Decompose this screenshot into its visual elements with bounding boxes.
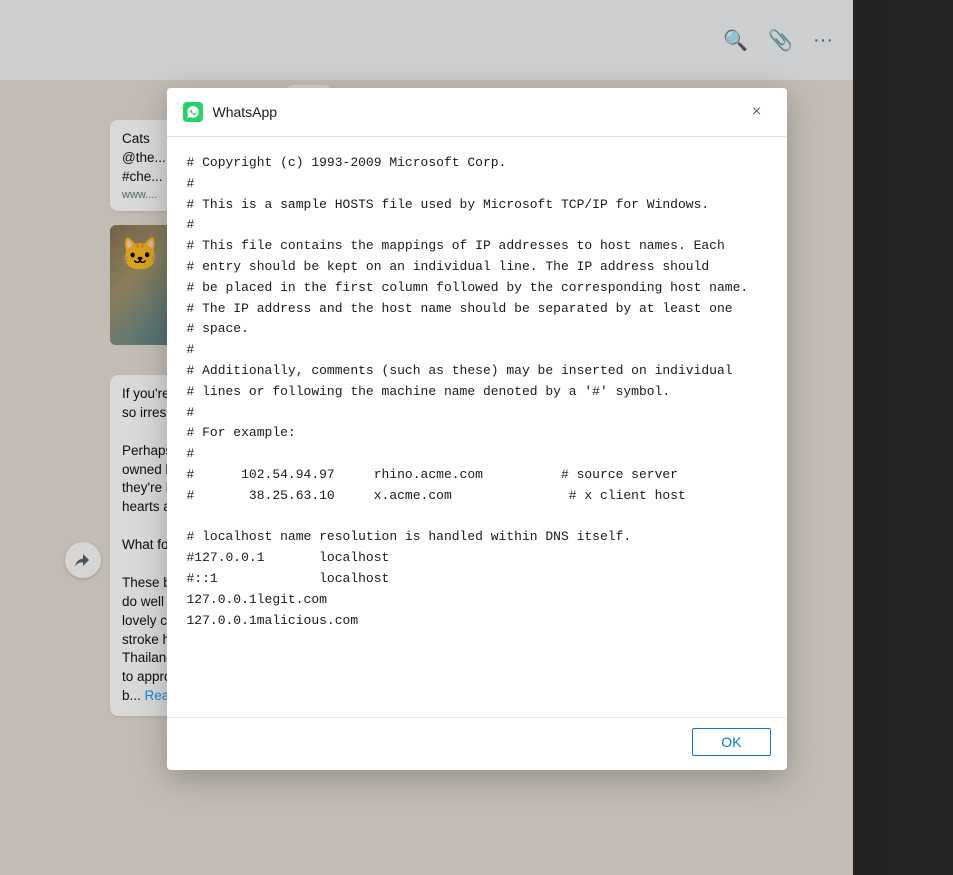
modal-content: # Copyright (c) 1993-2009 Microsoft Corp… <box>167 137 787 717</box>
modal-line: # The IP address and the host name shoul… <box>187 299 767 320</box>
modal-titlebar: WhatsApp × <box>167 88 787 137</box>
modal-line: # <box>187 444 767 465</box>
modal-line: # 102.54.94.97 rhino.acme.com # source s… <box>187 465 767 486</box>
ok-button[interactable]: OK <box>692 728 770 756</box>
modal-line: # <box>187 340 767 361</box>
modal-overlay: WhatsApp × # Copyright (c) 1993-2009 Mic… <box>0 0 953 875</box>
dialog-modal: WhatsApp × # Copyright (c) 1993-2009 Mic… <box>167 88 787 770</box>
modal-line: # entry should be kept on an individual … <box>187 257 767 278</box>
modal-line: #127.0.0.1 localhost <box>187 548 767 569</box>
whatsapp-icon <box>183 102 203 122</box>
modal-title: WhatsApp <box>213 104 733 120</box>
modal-line: # space. <box>187 319 767 340</box>
modal-line: # <box>187 403 767 424</box>
modal-line: 127.0.0.1legit.com <box>187 590 767 611</box>
modal-line: #::1 localhost <box>187 569 767 590</box>
modal-line: 127.0.0.1malicious.com <box>187 611 767 632</box>
modal-text-lines: # Copyright (c) 1993-2009 Microsoft Corp… <box>187 153 767 631</box>
modal-line: # This is a sample HOSTS file used by Mi… <box>187 195 767 216</box>
modal-line: # For example: <box>187 423 767 444</box>
modal-line: # be placed in the first column followed… <box>187 278 767 299</box>
modal-footer: OK <box>167 717 787 770</box>
modal-line <box>187 507 767 528</box>
modal-line: # Additionally, comments (such as these)… <box>187 361 767 382</box>
modal-line: # <box>187 215 767 236</box>
modal-line: # lines or following the machine name de… <box>187 382 767 403</box>
modal-line: # This file contains the mappings of IP … <box>187 236 767 257</box>
modal-line: # 38.25.63.10 x.acme.com # x client host <box>187 486 767 507</box>
modal-line: # <box>187 174 767 195</box>
modal-line: # localhost name resolution is handled w… <box>187 527 767 548</box>
modal-line: # Copyright (c) 1993-2009 Microsoft Corp… <box>187 153 767 174</box>
modal-close-button[interactable]: × <box>743 98 771 126</box>
